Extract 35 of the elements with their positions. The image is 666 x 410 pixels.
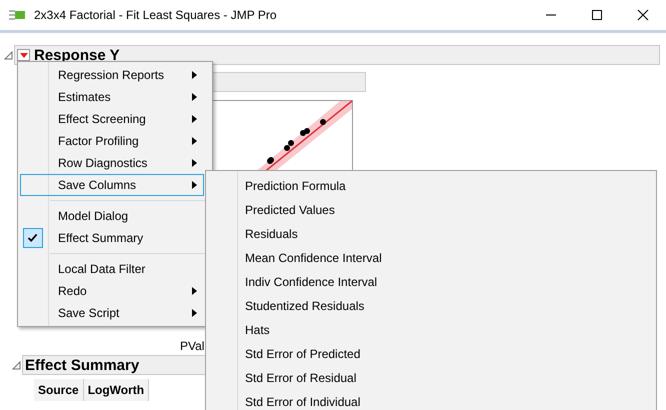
menu-item[interactable]: Factor Profiling [20,130,204,152]
menu-item[interactable]: Effect Screening [20,108,204,130]
menu-item[interactable]: Prediction Formula [206,174,656,198]
menu-item[interactable]: Regression Reports [20,64,204,86]
menu-item[interactable]: Local Data Filter [20,258,204,280]
app-icon [8,8,26,22]
menu-item[interactable]: Residuals [206,222,656,246]
menu-item[interactable]: Studentized Residuals [206,294,656,318]
menu-item[interactable]: Predicted Values [206,198,656,222]
maximize-icon [591,9,603,21]
column-header: Source [34,379,84,401]
close-icon [637,9,649,21]
section-title: Effect Summary [25,356,140,374]
menu-item[interactable]: Redo [20,280,204,302]
menu-item[interactable]: Indiv Confidence Interval [206,270,656,294]
menu-item[interactable]: Row Diagnostics [20,152,204,174]
menu-item[interactable]: Save Script [20,302,204,324]
disclosure-icon[interactable] [12,360,22,370]
menu-item[interactable]: Model Dialog [20,205,204,227]
report-title: Response Y [34,46,120,64]
window-title: 2x3x4 Factorial - Fit Least Squares - JMP Pro [34,8,278,22]
menu-item[interactable]: Save Columns [20,174,204,196]
menu-item[interactable]: Std Error of Residual [206,366,656,390]
checkmark-icon [23,228,43,248]
menu-item[interactable]: Estimates [20,86,204,108]
caret-icon [20,52,28,58]
menu-item[interactable]: Std Error of Individual [206,390,656,410]
menu-item[interactable]: Hats [206,318,656,342]
disclosure-icon[interactable] [4,50,14,60]
menu-item[interactable]: Std Error of Predicted [206,342,656,366]
menu-item[interactable]: Mean Confidence Interval [206,246,656,270]
pvalue-label: PVal [180,339,204,353]
column-header: LogWorth [84,379,150,401]
menu-item[interactable]: Effect Summary [20,227,204,249]
options-menu-button[interactable] [17,49,30,61]
